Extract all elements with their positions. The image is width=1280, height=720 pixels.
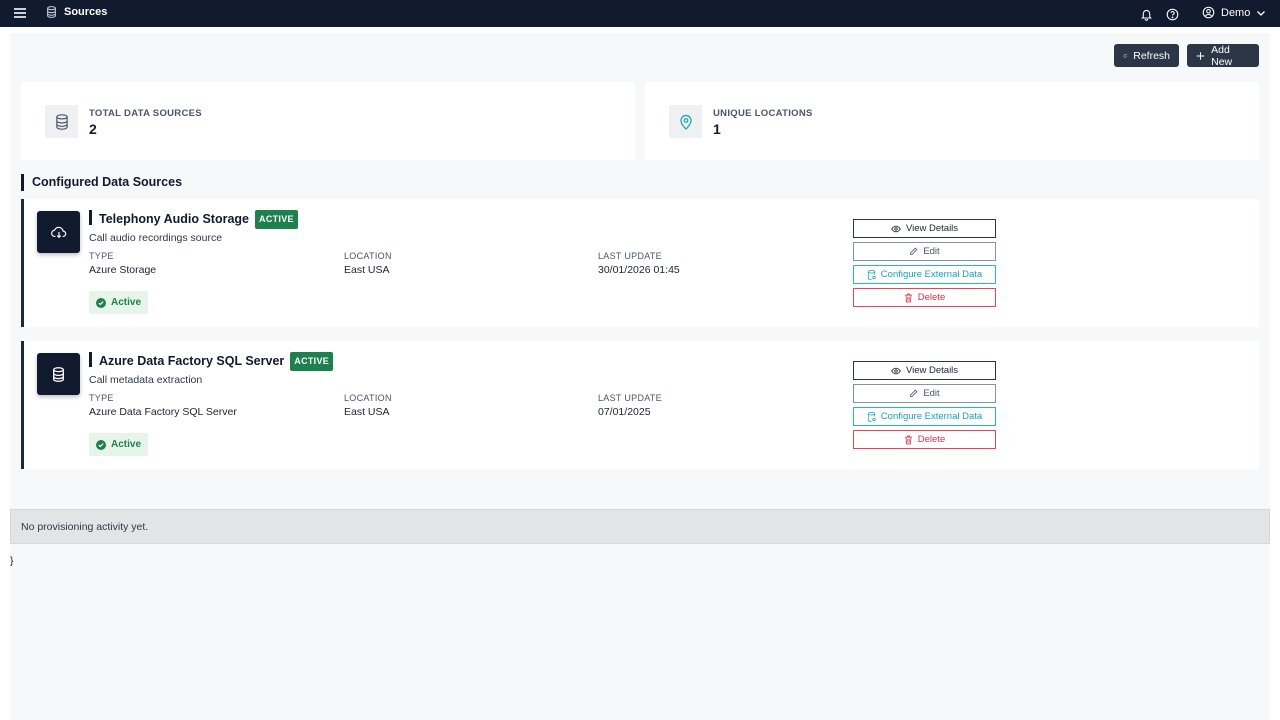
pencil-icon	[910, 389, 918, 397]
stat-card-total-sources: TOTAL DATA SOURCES 2	[21, 82, 635, 160]
source-card: Azure Data Factory SQL Server ACTIVE Cal…	[21, 341, 1259, 469]
chevron-down-icon	[1257, 10, 1266, 16]
database-icon	[37, 353, 80, 395]
source-description: Call audio recordings source	[89, 232, 223, 244]
stat-card-unique-locations: UNIQUE LOCATIONS 1	[645, 82, 1259, 160]
status-pill: Active	[89, 291, 149, 314]
view-details-button[interactable]: View Details	[853, 361, 996, 380]
last-update-value: 30/01/2026 01:45	[598, 264, 680, 276]
page-header: Sources	[46, 6, 107, 18]
map-pin-icon	[669, 105, 702, 138]
check-circle-icon	[96, 439, 106, 450]
status-pill: Active	[89, 433, 149, 456]
provisioning-activity-message: No provisioning activity yet.	[10, 509, 1270, 544]
stat-value: 1	[713, 121, 721, 137]
type-label: TYPE	[89, 251, 114, 261]
type-value: Azure Storage	[89, 264, 157, 276]
title-accent	[89, 210, 92, 225]
top-bar: Sources Demo	[0, 0, 1280, 27]
delete-button[interactable]: Delete	[853, 288, 996, 307]
bell-icon[interactable]	[1138, 6, 1154, 22]
title-accent	[89, 352, 92, 367]
section-title: Configured Data Sources	[21, 174, 182, 191]
location-label: LOCATION	[344, 251, 392, 261]
location-value: East USA	[344, 264, 390, 276]
stat-label: TOTAL DATA SOURCES	[89, 108, 202, 119]
stat-value: 2	[89, 121, 97, 137]
configure-external-data-button[interactable]: Configure External Data	[853, 265, 996, 284]
trash-icon	[904, 435, 912, 444]
last-update-value: 07/01/2025	[598, 406, 651, 418]
last-update-label: LAST UPDATE	[598, 251, 662, 261]
database-settings-icon	[867, 411, 876, 422]
type-value: Azure Data Factory SQL Server	[89, 406, 237, 418]
source-card: Telephony Audio Storage ACTIVE Call audi…	[21, 199, 1259, 327]
plus-icon	[1196, 51, 1205, 60]
configure-external-data-button[interactable]: Configure External Data	[853, 407, 996, 426]
edit-button[interactable]: Edit	[853, 242, 996, 261]
help-icon[interactable]	[1164, 6, 1180, 22]
type-label: TYPE	[89, 393, 114, 403]
page-title: Sources	[64, 6, 108, 18]
status-badge: ACTIVE	[290, 352, 334, 371]
eye-icon	[891, 367, 901, 374]
source-description: Call metadata extraction	[89, 374, 203, 386]
location-value: East USA	[344, 406, 390, 418]
edit-button[interactable]: Edit	[853, 384, 996, 403]
trash-icon	[904, 293, 912, 302]
add-new-button[interactable]: Add New	[1187, 44, 1259, 68]
user-menu[interactable]: Demo	[1202, 6, 1266, 19]
pencil-icon	[910, 247, 918, 255]
cloud-download-icon	[37, 211, 80, 253]
menu-icon[interactable]	[14, 8, 26, 20]
last-update-label: LAST UPDATE	[598, 393, 662, 403]
refresh-button[interactable]: Refresh	[1114, 44, 1179, 67]
user-circle-icon	[1202, 6, 1215, 19]
eye-icon	[891, 225, 901, 232]
refresh-icon	[1123, 53, 1127, 58]
database-icon	[47, 6, 56, 18]
location-label: LOCATION	[344, 393, 392, 403]
database-settings-icon	[867, 269, 876, 280]
stray-text: }	[10, 555, 14, 567]
view-details-button[interactable]: View Details	[853, 219, 996, 238]
user-name: Demo	[1221, 6, 1251, 19]
stat-label: UNIQUE LOCATIONS	[713, 108, 813, 119]
delete-button[interactable]: Delete	[853, 430, 996, 449]
database-icon	[45, 105, 78, 138]
source-name: Azure Data Factory SQL Server ACTIVE	[99, 352, 334, 371]
check-circle-icon	[96, 297, 106, 308]
status-badge: ACTIVE	[255, 210, 298, 229]
source-name: Telephony Audio Storage ACTIVE	[99, 210, 298, 229]
